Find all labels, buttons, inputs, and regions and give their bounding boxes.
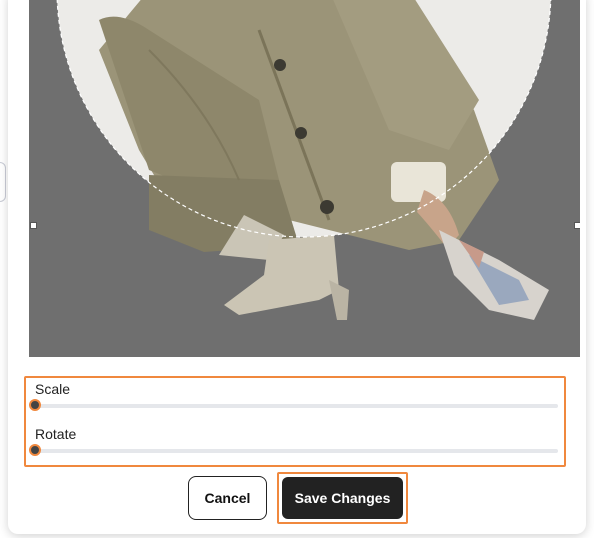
cancel-button[interactable]: Cancel — [188, 476, 267, 520]
save-button-highlight: Save Changes — [277, 472, 408, 524]
scale-slider-track[interactable] — [35, 404, 558, 408]
cropped-photo — [29, 0, 580, 357]
rotate-slider-track[interactable] — [35, 449, 558, 453]
rotate-slider-thumb[interactable] — [29, 444, 41, 456]
crop-handle-right[interactable] — [574, 222, 580, 229]
image-crop-area[interactable] — [29, 0, 580, 357]
image-crop-modal: Scale Rotate Cancel Save Changes — [8, 0, 586, 534]
save-changes-button[interactable]: Save Changes — [282, 477, 403, 519]
scale-slider-thumb[interactable] — [29, 399, 41, 411]
crop-controls-panel: Scale Rotate — [24, 376, 566, 467]
background-input-fragment — [0, 162, 6, 202]
scale-label: Scale — [35, 381, 71, 397]
crop-handle-left[interactable] — [30, 222, 37, 229]
rotate-label: Rotate — [35, 426, 77, 442]
